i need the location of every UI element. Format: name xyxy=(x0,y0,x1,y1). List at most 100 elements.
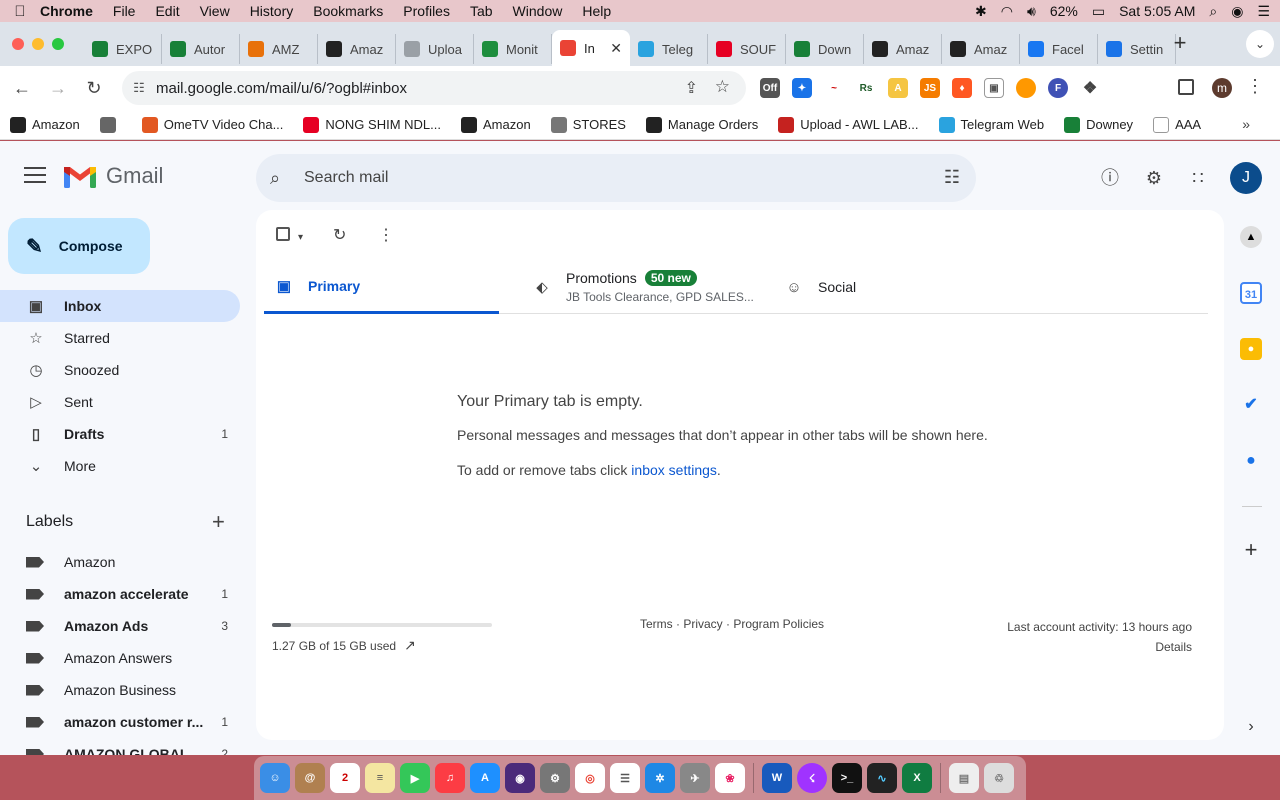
extension-account-icon[interactable]: A xyxy=(888,78,908,98)
side-panel-icon[interactable] xyxy=(1178,79,1194,95)
chrome-icon[interactable]: ◎ xyxy=(575,763,605,793)
site-info-icon[interactable]: ☷ xyxy=(122,80,156,96)
bookmark-item[interactable]: Upload - AWL LAB... xyxy=(778,116,919,133)
label-item[interactable]: AMAZON GLOBAL 2 xyxy=(0,738,240,755)
browser-tab[interactable]: Facel xyxy=(1020,34,1098,64)
battery-percent[interactable]: 62% xyxy=(1050,3,1078,19)
menu-window[interactable]: Window xyxy=(513,3,563,19)
activity-details-link[interactable]: Details xyxy=(1007,637,1192,657)
facetime-icon[interactable]: ▶ xyxy=(400,763,430,793)
label-item[interactable]: amazon customer r... 1 xyxy=(0,706,240,738)
browser-tab[interactable]: Amaz xyxy=(318,34,396,64)
bluetooth-icon[interactable]: ✱ xyxy=(975,3,987,20)
label-item[interactable]: Amazon Business xyxy=(0,674,240,706)
reminders-icon[interactable]: ☰ xyxy=(610,763,640,793)
bookmark-star-icon[interactable]: ☆ xyxy=(715,77,730,97)
browser-tab[interactable]: Uploa xyxy=(396,34,474,64)
select-dropdown-icon[interactable]: ▾ xyxy=(298,232,303,243)
chrome-menu-icon[interactable]: ⋮ xyxy=(1246,76,1264,97)
word-icon[interactable]: W xyxy=(762,763,792,793)
browser-tab[interactable]: Amaz xyxy=(942,34,1020,64)
main-menu-icon[interactable] xyxy=(24,167,46,188)
excel-icon[interactable]: X xyxy=(902,763,932,793)
nav-item-inbox[interactable]: ▣ Inbox xyxy=(0,290,240,322)
get-addons-icon[interactable]: + xyxy=(1240,539,1262,561)
finder-icon[interactable]: ☺ xyxy=(260,763,290,793)
control-center-icon[interactable]: ☰ xyxy=(1257,3,1270,20)
photos-icon[interactable]: ❀ xyxy=(715,763,745,793)
wifi-icon[interactable]: ◠ xyxy=(1001,3,1013,20)
calendar-app-icon[interactable]: 2 xyxy=(330,763,360,793)
menu-profiles[interactable]: Profiles xyxy=(403,3,450,19)
siri-app-icon[interactable]: ◉ xyxy=(505,763,535,793)
share-icon[interactable]: ⇪ xyxy=(685,78,698,98)
ghost-addon-icon[interactable]: ▲ xyxy=(1240,226,1262,248)
app-store-icon[interactable]: A xyxy=(470,763,500,793)
browser-tab[interactable]: SOUF xyxy=(708,34,786,64)
bookmark-item[interactable]: Amazon xyxy=(461,116,531,133)
minimize-window-button[interactable] xyxy=(32,38,44,50)
zoom-window-button[interactable] xyxy=(52,38,64,50)
bookmark-item[interactable] xyxy=(99,116,122,133)
terminal-icon[interactable]: >_ xyxy=(832,763,862,793)
new-tab-button[interactable]: + xyxy=(1168,32,1192,56)
tab-promotions[interactable]: ⬖ Promotions 50 new JB Tools Clearance, … xyxy=(522,260,772,314)
menu-bookmarks[interactable]: Bookmarks xyxy=(313,3,383,19)
extension-off-icon[interactable]: Off xyxy=(760,78,780,98)
tasks-icon[interactable]: ✔ xyxy=(1240,394,1262,416)
menu-edit[interactable]: Edit xyxy=(155,3,179,19)
refresh-icon[interactable]: ↻ xyxy=(333,225,346,245)
select-all-checkbox[interactable] xyxy=(276,227,290,241)
extensions-puzzle-icon[interactable]: ❖ xyxy=(1080,78,1100,98)
footer-links[interactable]: Terms · Privacy · Program Policies xyxy=(640,617,824,631)
open-external-icon[interactable]: ↗ xyxy=(404,637,416,654)
extension-fire-icon[interactable]: ♦ xyxy=(952,78,972,98)
search-input[interactable]: Search mail xyxy=(304,169,388,187)
profile-avatar[interactable]: m xyxy=(1212,78,1232,98)
extension-logo-icon[interactable]: ~ xyxy=(824,78,844,98)
nav-item-starred[interactable]: ☆ Starred xyxy=(0,322,240,354)
nav-item-more[interactable]: ⌄ More xyxy=(0,450,240,482)
browser-tab[interactable]: EXPO xyxy=(84,34,162,64)
create-label-button[interactable]: + xyxy=(212,509,225,535)
inbox-settings-link[interactable]: inbox settings xyxy=(631,462,717,478)
url-text[interactable]: mail.google.com/mail/u/6/?ogbl#inbox xyxy=(156,80,407,97)
browser-tab[interactable]: Monit xyxy=(474,34,552,64)
safari-icon[interactable]: ✲ xyxy=(645,763,675,793)
extension-f-icon[interactable]: F xyxy=(1048,78,1068,98)
reload-button[interactable]: ↻ xyxy=(82,76,106,100)
nav-item-snoozed[interactable]: ◷ Snoozed xyxy=(0,354,240,386)
menu-file[interactable]: File xyxy=(113,3,136,19)
bookmark-item[interactable]: OmeTV Video Cha... xyxy=(141,116,283,133)
help-icon[interactable]: ⓘ xyxy=(1098,166,1122,190)
menu-history[interactable]: History xyxy=(250,3,294,19)
menu-help[interactable]: Help xyxy=(582,3,611,19)
browser-tab[interactable]: In ✕ xyxy=(552,30,630,66)
menu-app-name[interactable]: Chrome xyxy=(40,3,93,19)
apple-menu-icon[interactable]:  xyxy=(0,3,40,20)
label-item[interactable]: Amazon Ads 3 xyxy=(0,610,240,642)
search-bar[interactable]: ⌕ Search mail ☷ xyxy=(256,154,976,202)
tab-social[interactable]: ☺ Social xyxy=(774,260,994,314)
keep-icon[interactable]: ● xyxy=(1240,338,1262,360)
search-options-icon[interactable]: ☷ xyxy=(944,167,960,188)
more-actions-icon[interactable]: ⋮ xyxy=(378,225,394,245)
siri-icon[interactable]: ◉ xyxy=(1231,3,1243,20)
browser-tab[interactable]: Teleg xyxy=(630,34,708,64)
browser-tab[interactable]: Down xyxy=(786,34,864,64)
label-item[interactable]: amazon accelerate 1 xyxy=(0,578,240,610)
bookmarks-overflow-icon[interactable]: » xyxy=(1242,116,1250,132)
clock[interactable]: Sat 5:05 AM xyxy=(1119,3,1195,19)
settings-gear-icon[interactable]: ⚙ xyxy=(1142,166,1166,190)
trash-icon[interactable]: ♲ xyxy=(984,763,1014,793)
extension-circle-icon[interactable] xyxy=(1016,78,1036,98)
browser-tab[interactable]: Autor xyxy=(162,34,240,64)
calendar-icon[interactable]: 31 xyxy=(1240,282,1262,304)
bookmark-item[interactable]: Amazon xyxy=(10,116,80,133)
extension-rs-icon[interactable]: Rs xyxy=(856,78,876,98)
system-settings-icon[interactable]: ⚙ xyxy=(540,763,570,793)
music-icon[interactable]: ♫ xyxy=(435,763,465,793)
back-button[interactable]: ← xyxy=(10,76,34,100)
browser-tab[interactable]: AMZ xyxy=(240,34,318,64)
expand-panel-icon[interactable]: › xyxy=(1240,716,1262,738)
